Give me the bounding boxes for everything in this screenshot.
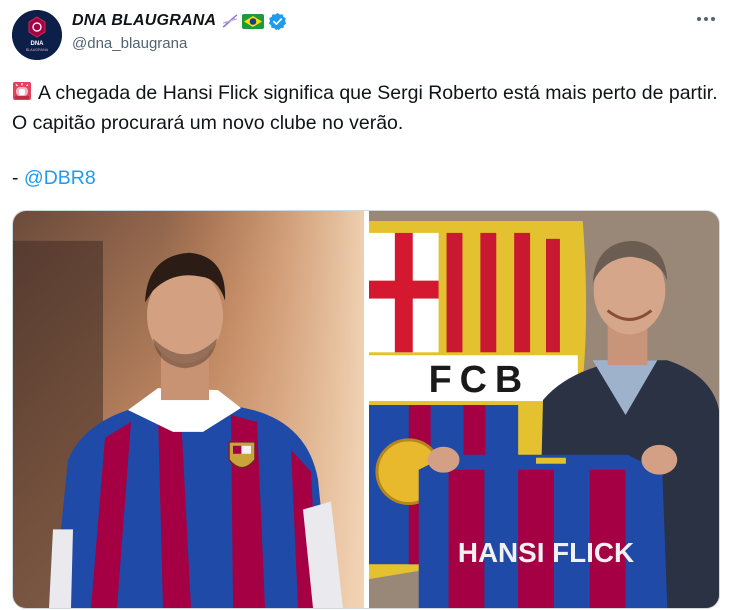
media-grid: FCB HANSI FLICK [12, 210, 720, 609]
tweet-body: A chegada de Hansi Flick significa que S… [12, 78, 724, 138]
crest-letters: FCB [429, 359, 530, 401]
author-display-name[interactable]: DNA BLAUGRANA [72, 12, 216, 30]
mention-link[interactable]: @DBR8 [24, 167, 96, 189]
more-dots-icon [697, 17, 715, 21]
dna-icon [222, 14, 238, 28]
author-handle[interactable]: @dna_blaugrana [72, 35, 187, 52]
jersey-text: HANSI FLICK [458, 537, 634, 568]
more-options-button[interactable] [696, 14, 716, 24]
signature-prefix: - [12, 167, 24, 189]
player-in-striped-shirt-photo[interactable] [13, 211, 364, 608]
tweet-signature: - @DBR8 [12, 167, 96, 190]
avatar-text-bottom: BLAUGRANA [26, 48, 49, 52]
siren-icon [13, 82, 31, 100]
author-name-row: DNA BLAUGRANA [72, 10, 287, 32]
avatar-text-top: DNA [31, 41, 45, 47]
tweet-text: A chegada de Hansi Flick significa que S… [12, 82, 718, 134]
verified-badge-icon [269, 12, 287, 30]
avatar[interactable]: DNA BLAUGRANA [12, 10, 62, 60]
coach-holding-jersey-photo[interactable]: FCB HANSI FLICK [369, 211, 719, 608]
brazil-flag-icon [242, 13, 265, 29]
